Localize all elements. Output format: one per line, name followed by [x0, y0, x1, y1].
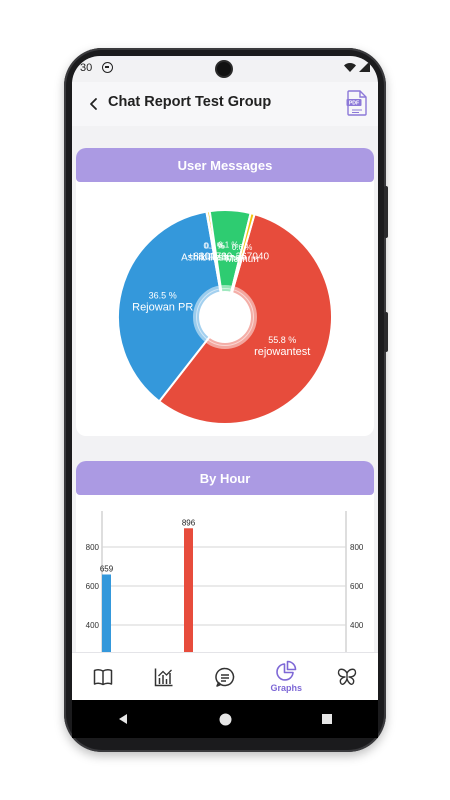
bar-tick-left-2: 400: [86, 621, 100, 630]
butterfly-icon: [338, 668, 357, 685]
pie-chart-icon: [276, 660, 297, 681]
back-button[interactable]: [82, 92, 106, 116]
pie-name-5: Mamun: [225, 254, 258, 265]
bar-0[interactable]: [102, 574, 111, 652]
chevron-left-icon: [90, 98, 97, 110]
by-hour-bar-chart[interactable]: 800 800 600 600 400 400 659 896: [76, 461, 374, 652]
bar-tick-right-1: 600: [350, 582, 364, 591]
svg-text:PDF: PDF: [349, 101, 359, 107]
bar-tick-left-1: 600: [86, 582, 100, 591]
pie-percent-1: 36.5 %: [149, 291, 177, 301]
nav-item-butterfly[interactable]: [317, 653, 378, 700]
signal-icon: [359, 61, 370, 72]
bar-tick-left-0: 800: [86, 543, 100, 552]
status-time: 30: [80, 62, 93, 74]
nav-item-book[interactable]: [72, 653, 133, 700]
nav-item-stats[interactable]: [133, 653, 194, 700]
bar-label-1: 896: [182, 518, 196, 527]
bar-tick-right-2: 400: [350, 621, 364, 630]
pie-name-1: Rejowan PR: [132, 302, 193, 314]
book-icon: [93, 668, 112, 685]
nav-label-graphs: Graphs: [270, 683, 302, 693]
line-chart-icon: [154, 668, 173, 686]
user-messages-pie-chart[interactable]: 55.8 %rejowantest36.5 %Rejowan PR0.1 %As…: [76, 148, 374, 436]
power-button: [384, 312, 388, 352]
screen: 30 Chat Report Test Group PDF User Messa…: [72, 56, 378, 700]
system-nav-bar: [72, 700, 378, 738]
bar-1[interactable]: [184, 528, 193, 652]
wifi-icon: [344, 62, 356, 72]
status-bar: 30: [72, 56, 378, 82]
front-camera: [217, 62, 231, 76]
bar-label-0: 659: [100, 564, 114, 573]
triangle-back-icon: [119, 714, 127, 724]
page-title: Chat Report Test Group: [108, 94, 272, 110]
chat-bubble-icon: [215, 667, 235, 687]
square-recents-icon: [322, 714, 332, 724]
pie-name-0: rejowantest: [254, 346, 310, 358]
content[interactable]: User Messages 55.8 % rejowantest 36.5 % Rej…: [72, 126, 378, 652]
bottom-nav: Graphs: [72, 652, 378, 700]
pie-hole: [196, 288, 254, 346]
system-back-button[interactable]: [113, 709, 133, 729]
pie-percent-5: 0.6 %: [232, 243, 252, 252]
pdf-export-icon[interactable]: PDF: [346, 90, 368, 116]
app-bar: Chat Report Test Group PDF: [72, 82, 378, 126]
system-recents-button[interactable]: [317, 709, 337, 729]
nav-item-graphs[interactable]: Graphs: [256, 653, 317, 700]
system-home-button[interactable]: [215, 709, 235, 729]
dnd-icon: [102, 62, 113, 73]
pie-percent-0: 55.8 %: [268, 335, 296, 345]
circle-home-icon: [219, 713, 231, 725]
nav-item-chat[interactable]: [194, 653, 255, 700]
volume-button: [384, 186, 388, 238]
user-messages-card: User Messages 55.8 % rejowantest 36.5 % Rej…: [76, 148, 374, 436]
bar-tick-right-0: 800: [350, 543, 364, 552]
by-hour-card: By Hour 800 800 600 600 400 400 659 896: [76, 461, 374, 652]
